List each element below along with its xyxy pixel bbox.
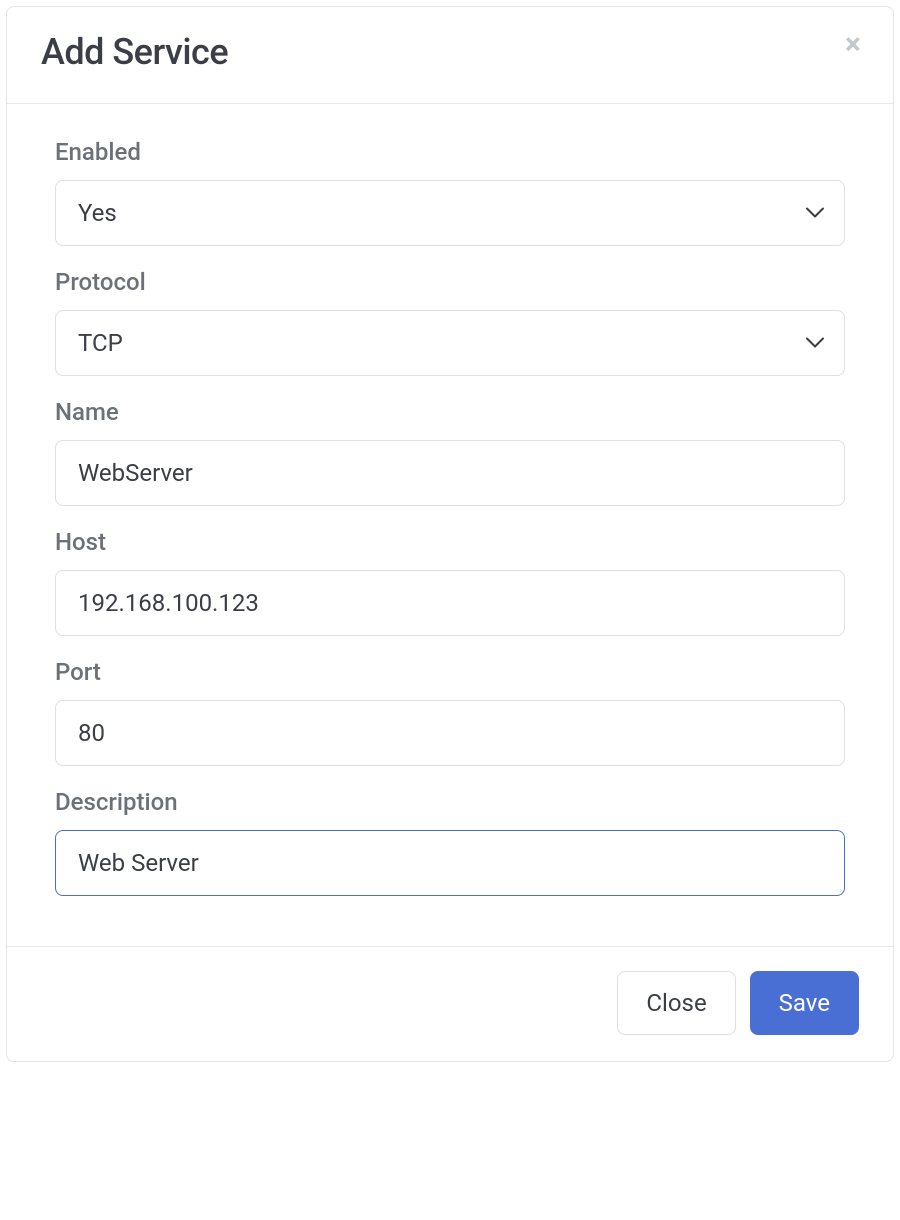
protocol-label: Protocol xyxy=(55,268,845,296)
field-host: Host xyxy=(55,528,845,636)
host-label: Host xyxy=(55,528,845,556)
modal-title: Add Service xyxy=(41,31,859,73)
field-port: Port xyxy=(55,658,845,766)
field-name: Name xyxy=(55,398,845,506)
name-input[interactable] xyxy=(55,440,845,506)
save-button[interactable]: Save xyxy=(750,971,859,1035)
enabled-select[interactable]: Yes xyxy=(55,180,845,246)
enabled-label: Enabled xyxy=(55,138,845,166)
field-description: Description xyxy=(55,788,845,896)
description-label: Description xyxy=(55,788,845,816)
modal-header: Add Service × xyxy=(7,7,893,104)
close-button[interactable]: Close xyxy=(617,971,735,1035)
host-input[interactable] xyxy=(55,570,845,636)
modal-body: Enabled Yes Protocol TCP xyxy=(7,104,893,928)
add-service-modal: Add Service × Enabled Yes Protocol xyxy=(6,6,894,1062)
protocol-select[interactable]: TCP xyxy=(55,310,845,376)
port-input[interactable] xyxy=(55,700,845,766)
name-label: Name xyxy=(55,398,845,426)
modal-footer: Close Save xyxy=(7,946,893,1061)
port-label: Port xyxy=(55,658,845,686)
field-protocol: Protocol TCP xyxy=(55,268,845,376)
close-icon[interactable]: × xyxy=(839,31,867,59)
field-enabled: Enabled Yes xyxy=(55,138,845,246)
description-input[interactable] xyxy=(55,830,845,896)
